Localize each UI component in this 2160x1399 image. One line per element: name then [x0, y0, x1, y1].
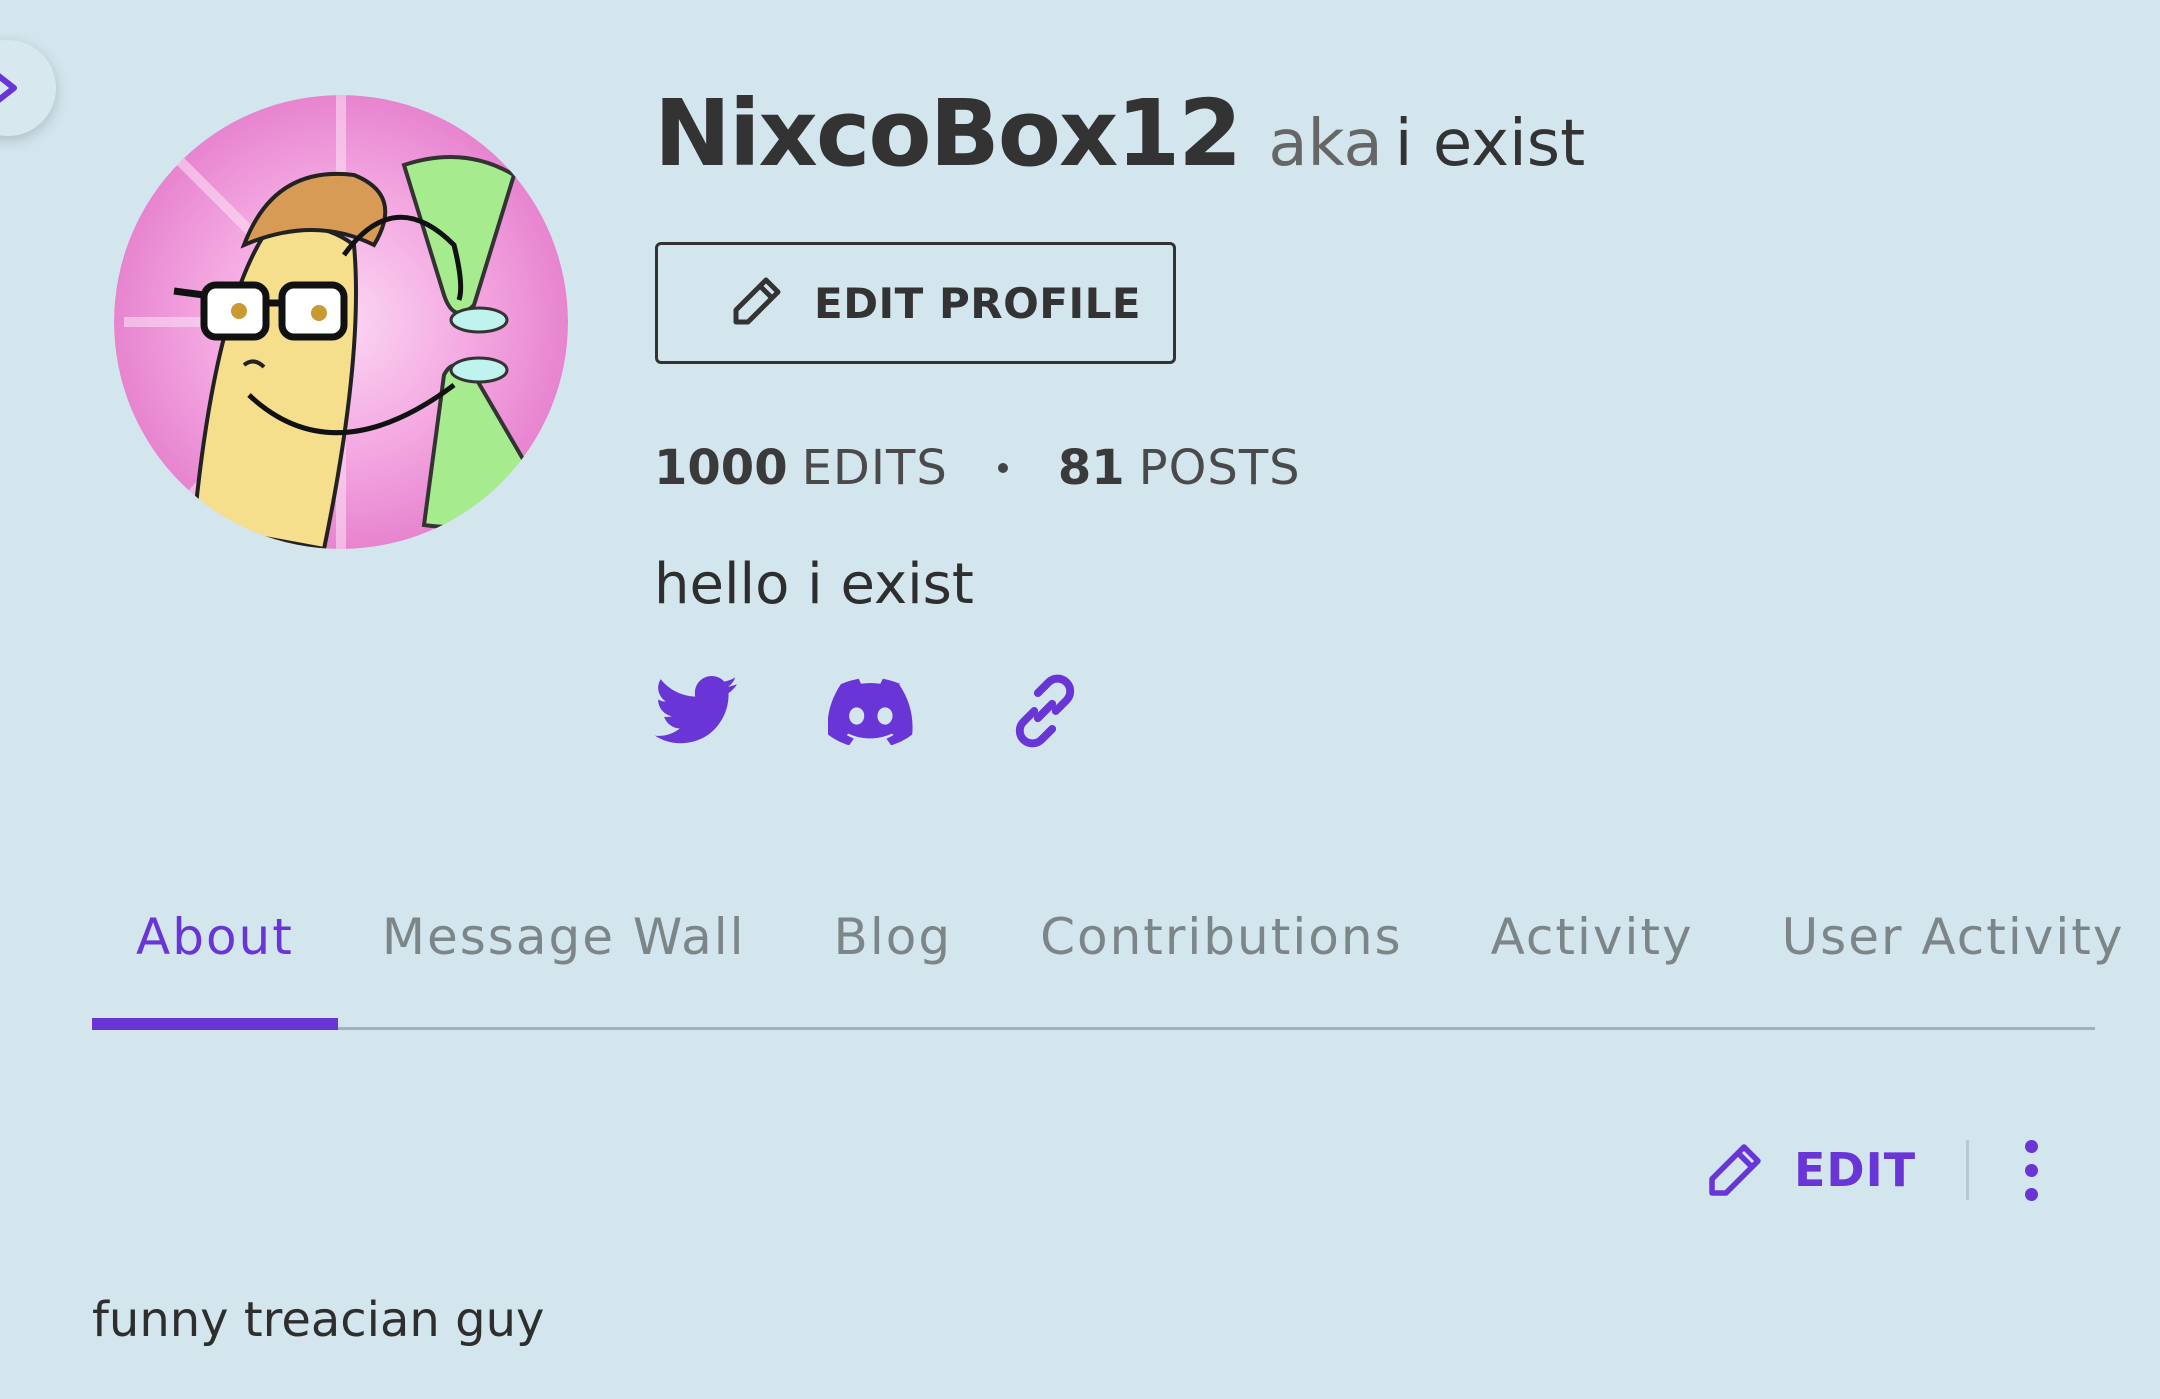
tab-contributions[interactable]: Contributions — [996, 900, 1447, 1030]
profile-bio: hello i exist — [654, 552, 974, 617]
about-text: funny treacian guy — [92, 1292, 545, 1348]
profile-tabs: About Message Wall Blog Contributions Ac… — [92, 900, 2122, 1030]
pencil-icon — [0, 73, 17, 103]
edit-about-button[interactable]: EDIT — [1700, 1135, 1916, 1205]
posts-label: POSTS — [1138, 440, 1301, 496]
edit-profile-button[interactable]: EDIT PROFILE — [655, 242, 1176, 364]
about-actions: EDIT — [1700, 1135, 2039, 1205]
tab-about[interactable]: About — [92, 900, 338, 1030]
avatar[interactable] — [114, 95, 568, 549]
edits-count[interactable]: 1000 — [654, 440, 788, 496]
aka-prefix: aka — [1268, 107, 1383, 181]
twitter-link[interactable] — [654, 668, 740, 754]
tab-user-activity[interactable]: User Activity — [1738, 900, 2160, 1030]
username-row: NixcoBox12 aka i exist — [654, 80, 1585, 187]
social-links — [654, 668, 1088, 754]
separator-dot — [997, 463, 1008, 473]
pencil-icon — [733, 277, 781, 325]
link-icon — [1015, 674, 1075, 748]
twitter-icon — [655, 676, 738, 744]
aka-name: i exist — [1394, 107, 1586, 181]
edit-profile-label: EDIT PROFILE — [814, 278, 1142, 328]
aka-text: aka i exist — [1268, 107, 1585, 181]
sidebar-toggle-button[interactable] — [0, 40, 56, 136]
discord-link[interactable] — [828, 668, 914, 754]
username: NixcoBox12 — [654, 80, 1242, 187]
tab-activity[interactable]: Activity — [1447, 900, 1738, 1030]
discord-icon — [828, 678, 913, 745]
profile-stats: 1000 EDITS 81 POSTS — [654, 440, 1301, 496]
tab-blog[interactable]: Blog — [790, 900, 997, 1030]
website-link[interactable] — [1002, 668, 1088, 754]
posts-count[interactable]: 81 — [1058, 440, 1125, 496]
pencil-icon — [1709, 1144, 1761, 1196]
more-options-icon[interactable] — [2025, 1139, 2039, 1201]
divider — [1966, 1140, 1970, 1200]
tab-message-wall[interactable]: Message Wall — [338, 900, 790, 1030]
edits-label: EDITS — [801, 440, 948, 496]
edit-about-label: EDIT — [1794, 1143, 1917, 1197]
